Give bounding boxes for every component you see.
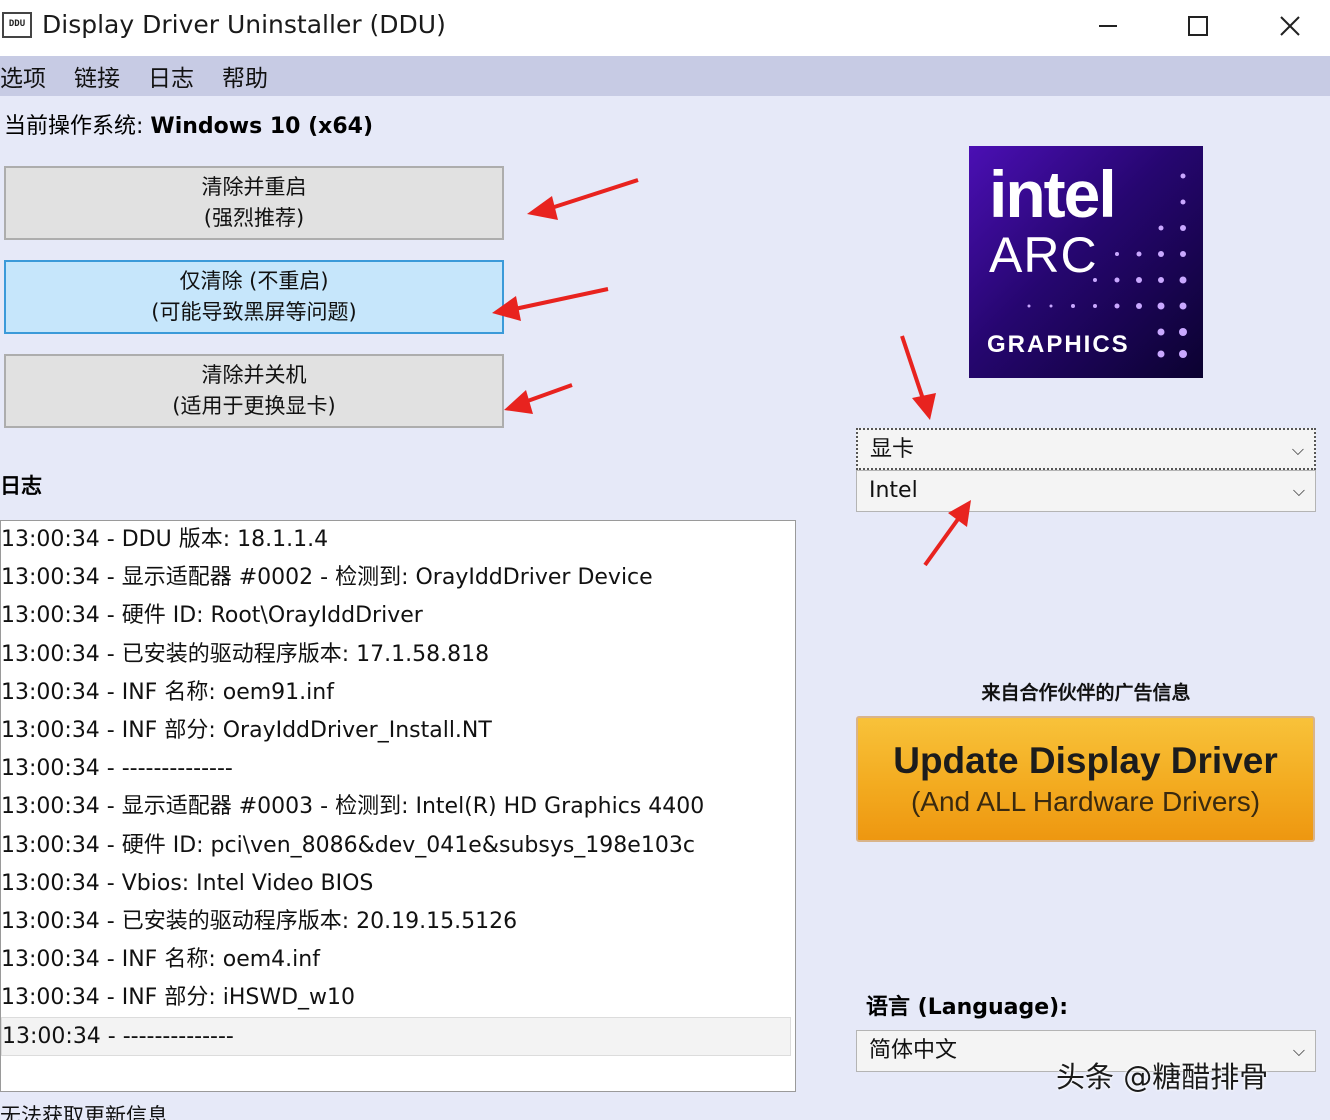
arrow-icon bbox=[492, 287, 609, 321]
arrow-icon bbox=[504, 383, 573, 414]
arrow-icon bbox=[527, 178, 639, 220]
annotation-arrows bbox=[492, 178, 971, 567]
arrow-icon bbox=[900, 335, 936, 420]
arrow-icon bbox=[923, 500, 971, 567]
